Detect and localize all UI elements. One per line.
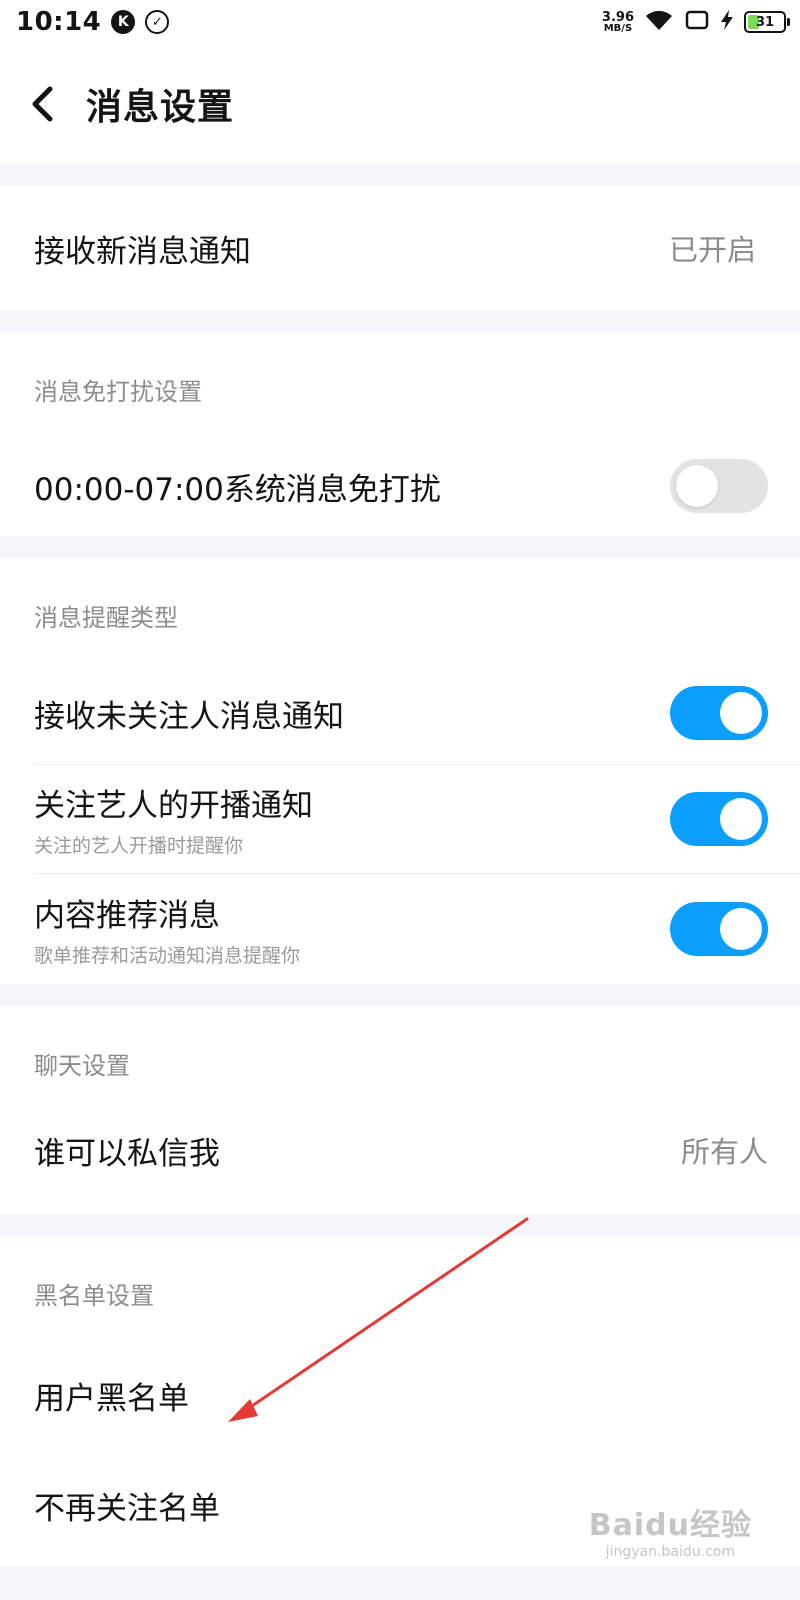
battery-icon: 31 bbox=[744, 11, 790, 33]
reminder-item-sub: 歌单推荐和活动通知消息提醒你 bbox=[34, 945, 301, 967]
unfollow-list-label: 不再关注名单 bbox=[34, 1490, 220, 1527]
dm-permission-label: 谁可以私信我 bbox=[34, 1135, 220, 1172]
header: 消息设置 bbox=[0, 44, 800, 164]
dnd-section: 消息免打扰设置 00:00-07:00系统消息免打扰 bbox=[0, 332, 800, 536]
charging-icon bbox=[720, 9, 734, 35]
reminder-item-label: 关注艺人的开播通知 bbox=[34, 788, 313, 824]
user-blacklist-label: 用户黑名单 bbox=[34, 1380, 189, 1417]
chat-section: 聊天设置 谁可以私信我 所有人 bbox=[0, 1006, 800, 1214]
blacklist-section-label: 黑名单设置 bbox=[34, 1282, 154, 1310]
reminder-item-label: 内容推荐消息 bbox=[34, 898, 220, 934]
chat-section-label: 聊天设置 bbox=[34, 1052, 130, 1080]
back-arrow-icon[interactable] bbox=[30, 84, 64, 124]
wifi-icon bbox=[644, 8, 674, 36]
notification-section: 接收新消息通知 已开启 bbox=[0, 186, 800, 310]
screen-rotate-icon bbox=[684, 9, 710, 35]
baidu-watermark: Baidu经验 jingyan.baidu.com bbox=[588, 1508, 752, 1560]
dnd-toggle[interactable] bbox=[670, 459, 768, 513]
user-blacklist-row[interactable]: 用户黑名单 bbox=[0, 1340, 800, 1450]
reminder-item-label: 接收未关注人消息通知 bbox=[34, 698, 344, 735]
reminder-item-recommend: 内容推荐消息 歌单推荐和活动通知消息提醒你 bbox=[0, 874, 800, 984]
reminder-item-artist-live: 关注艺人的开播通知 关注的艺人开播时提醒你 bbox=[0, 765, 800, 873]
new-message-notification-label: 接收新消息通知 bbox=[34, 233, 251, 270]
reminder-item-sub: 关注的艺人开播时提醒你 bbox=[34, 835, 244, 857]
dnd-section-label: 消息免打扰设置 bbox=[34, 378, 202, 406]
app-k-icon: K bbox=[111, 10, 136, 34]
dnd-row: 00:00-07:00系统消息免打扰 bbox=[0, 436, 800, 536]
network-speed: 3.96 MB/S bbox=[601, 9, 634, 34]
recommend-toggle[interactable] bbox=[670, 902, 768, 956]
unfollowed-notification-toggle[interactable] bbox=[670, 686, 768, 740]
dm-permission-row[interactable]: 谁可以私信我 所有人 bbox=[0, 1110, 800, 1214]
dm-permission-value: 所有人 bbox=[680, 1135, 768, 1169]
new-message-notification-value: 已开启 bbox=[668, 233, 756, 267]
status-bar: 10:14 K ✓ 3.96 MB/S 31 bbox=[0, 0, 800, 44]
check-circle-icon: ✓ bbox=[145, 10, 170, 34]
new-message-notification-row[interactable]: 接收新消息通知 已开启 bbox=[0, 186, 800, 310]
dnd-label: 00:00-07:00系统消息免打扰 bbox=[34, 471, 441, 508]
artist-live-toggle[interactable] bbox=[670, 792, 768, 846]
page-title: 消息设置 bbox=[86, 87, 235, 128]
reminder-item-unfollowed: 接收未关注人消息通知 bbox=[0, 662, 800, 764]
reminder-types-section-label: 消息提醒类型 bbox=[34, 604, 178, 632]
status-time: 10:14 bbox=[16, 7, 102, 37]
reminder-types-section: 消息提醒类型 接收未关注人消息通知 关注艺人的开播通知 关注的艺人开播时提醒你 … bbox=[0, 558, 800, 984]
